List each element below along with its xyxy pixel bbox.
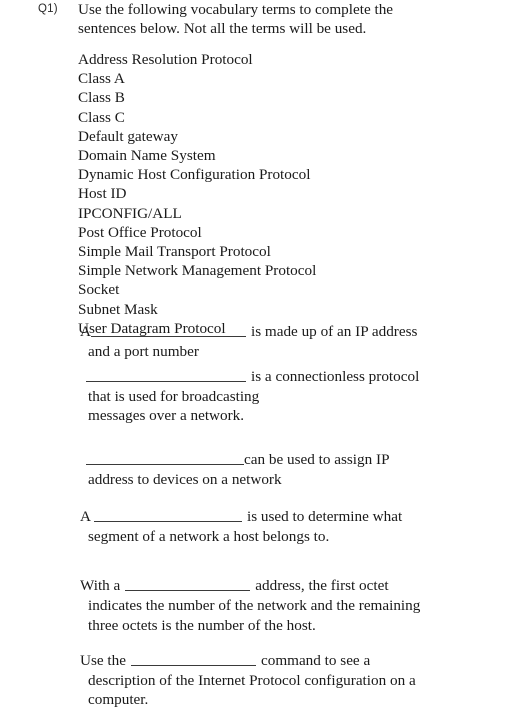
sentence-2-continuation-line-1: that is used for broadcasting bbox=[88, 387, 260, 405]
sentence-1: Ais made up of an IP address and a port … bbox=[0, 322, 511, 361]
question-prompt-line-2: sentences below. Not all the terms will … bbox=[78, 20, 367, 37]
sentence-3-continuation-line-1: address to devices on a network bbox=[88, 470, 282, 488]
vocabulary-term: IPCONFIG/ALL bbox=[78, 204, 182, 222]
vocabulary-term: Default gateway bbox=[78, 127, 178, 145]
sentence-4-blank[interactable] bbox=[93, 507, 242, 523]
sentence-5-after-text: address, the first octet bbox=[255, 577, 389, 595]
sentence-3-after-text: can be used to assign IP bbox=[244, 450, 390, 468]
sentence-3: can be used to assign IP address to devi… bbox=[0, 450, 511, 489]
vocabulary-term: Socket bbox=[78, 281, 120, 299]
sentence-2: is a connectionless protocol that is use… bbox=[0, 367, 511, 426]
worksheet-page: Q1) Use the following vocabulary terms t… bbox=[0, 0, 511, 708]
vocabulary-terms-list: Address Resolution Protocol Class A Clas… bbox=[78, 50, 478, 338]
sentence-4-before-text: A bbox=[80, 508, 91, 526]
sentence-4: Ais used to determine what segment of a … bbox=[0, 507, 511, 546]
sentence-6-continuation-line-2: computer. bbox=[88, 691, 149, 709]
sentence-5: With a address, the first octet indicates… bbox=[0, 576, 511, 635]
question-prompt-line-1: Use the following vocabulary terms to co… bbox=[78, 1, 394, 18]
sentence-6-after-text: command to see a bbox=[260, 652, 371, 670]
sentence-2-continuation-line-2: messages over a network. bbox=[88, 407, 245, 425]
sentence-5-blank[interactable] bbox=[125, 576, 251, 592]
sentence-4-continuation-line-1: segment of a network a host belongs to. bbox=[88, 527, 330, 545]
question-number-label: Q1) bbox=[38, 3, 58, 15]
sentence-6: Use the command to see a description of t… bbox=[0, 651, 511, 710]
vocabulary-term: Class B bbox=[78, 89, 125, 107]
fill-in-the-blank-section: Ais made up of an IP address and a port … bbox=[0, 322, 511, 710]
sentence-2-after-text: is a connectionless protocol bbox=[251, 368, 420, 386]
sentence-1-after-text: is made up of an IP address bbox=[250, 323, 418, 340]
vocabulary-term: Post Office Protocol bbox=[78, 223, 202, 241]
vocabulary-term: Dynamic Host Configuration Protocol bbox=[78, 166, 311, 184]
vocabulary-term: Host ID bbox=[78, 185, 127, 203]
sentence-5-continuation-line-2: three octets is the number of the host. bbox=[88, 616, 316, 634]
sentence-2-blank[interactable] bbox=[86, 367, 246, 383]
sentence-1-blank[interactable] bbox=[90, 322, 246, 337]
sentence-5-continuation-line-1: indicates the number of the network and … bbox=[88, 596, 421, 614]
vocabulary-term: Class A bbox=[78, 70, 125, 88]
sentence-1-continuation-line-1: and a port number bbox=[88, 342, 199, 360]
sentence-3-blank[interactable] bbox=[86, 450, 244, 465]
sentence-6-blank[interactable] bbox=[130, 651, 256, 667]
question-prompt: Use the following vocabulary terms to co… bbox=[78, 0, 478, 38]
sentence-1-before-text: A bbox=[80, 323, 91, 340]
sentence-5-before-text: With a bbox=[80, 577, 121, 595]
vocabulary-term: Simple Network Management Protocol bbox=[78, 262, 317, 280]
vocabulary-term: Subnet Mask bbox=[78, 300, 158, 318]
vocabulary-term: Class C bbox=[78, 108, 125, 126]
vocabulary-term: Simple Mail Transport Protocol bbox=[78, 243, 271, 261]
vocabulary-term: Address Resolution Protocol bbox=[78, 51, 253, 68]
vocabulary-term: Domain Name System bbox=[78, 147, 216, 165]
sentence-4-after-text: is used to determine what bbox=[246, 508, 403, 526]
sentence-6-before-text: Use the bbox=[80, 652, 126, 670]
sentence-6-continuation-line-1: description of the Internet Protocol con… bbox=[88, 671, 416, 689]
